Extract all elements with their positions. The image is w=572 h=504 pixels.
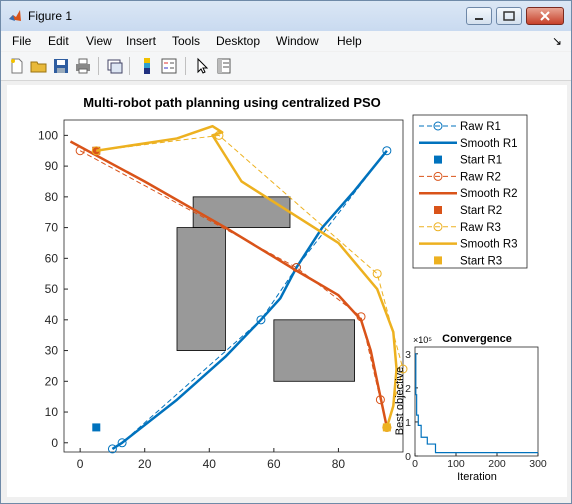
conv-exponent-label: ×10⁵ [413, 335, 432, 345]
y-tick-label: 50 [45, 282, 59, 296]
legend-marker-sample [434, 256, 442, 265]
legend-label: Start R1 [460, 155, 502, 167]
plots-svg: Multi-robot path planning using centrali… [38, 95, 547, 483]
menu-window[interactable]: Window [276, 34, 319, 48]
conv-xlabel: Iteration [457, 471, 497, 483]
obstacle-3 [273, 319, 355, 382]
maximize-icon [503, 11, 515, 21]
menu-view[interactable]: View [86, 34, 112, 48]
legend-label: Raw R1 [460, 121, 501, 133]
close-icon [540, 11, 550, 21]
colorbar-icon[interactable] [138, 57, 156, 75]
conv-x-tick-label: 300 [529, 458, 547, 470]
path-planning-axes[interactable]: Multi-robot path planning using centrali… [38, 95, 408, 471]
x-tick-label: 80 [332, 457, 346, 471]
y-tick-label: 20 [45, 374, 59, 388]
y-tick-label: 100 [38, 128, 58, 142]
series-start-r1-marker [92, 423, 101, 432]
legend-label: Start R2 [460, 205, 502, 217]
save-icon[interactable] [52, 57, 70, 75]
chart-title: Multi-robot path planning using centrali… [83, 95, 381, 110]
y-tick-label: 90 [45, 159, 59, 173]
legend-marker-sample [434, 155, 442, 164]
title-bar[interactable]: Figure 1 [1, 1, 571, 31]
legend-label: Smooth R3 [460, 239, 518, 251]
legend-label: Raw R3 [460, 222, 501, 234]
legend-label: Raw R2 [460, 171, 501, 183]
matlab-logo-icon [9, 10, 21, 21]
minimize-button[interactable] [466, 7, 492, 25]
open-file-icon[interactable] [30, 57, 48, 75]
legend-label: Smooth R1 [460, 138, 518, 150]
x-tick-label: 60 [267, 457, 281, 471]
menu-bar: File Edit View Insert Tools Desktop Wind… [1, 31, 571, 51]
conv-plot-area [414, 346, 539, 457]
y-tick-label: 80 [45, 190, 59, 204]
pointer-icon[interactable] [193, 57, 211, 75]
toolbar [1, 52, 571, 81]
conv-x-tick-label: 200 [488, 458, 506, 470]
obstacle-1 [192, 196, 291, 228]
link-plot-icon[interactable] [106, 57, 124, 75]
y-tick-label: 10 [45, 405, 59, 419]
toolbar-separator [98, 57, 99, 75]
new-figure-icon[interactable] [8, 57, 26, 75]
obstacle-2 [176, 227, 226, 351]
convergence-axes[interactable]: Convergence ×10⁵ Iteration Best objectiv… [394, 333, 547, 483]
y-tick-label: 0 [51, 436, 58, 450]
print-icon[interactable] [74, 57, 92, 75]
toolbar-separator [129, 57, 130, 75]
conv-y-tick-label: 1 [405, 417, 411, 429]
menu-tools[interactable]: Tools [172, 34, 200, 48]
x-tick-label: 20 [138, 457, 152, 471]
y-tick-label: 60 [45, 251, 59, 265]
y-tick-label: 30 [45, 344, 59, 358]
window-title: Figure 1 [28, 9, 73, 23]
legend-label: Smooth R2 [460, 188, 518, 200]
menu-help[interactable]: Help [337, 34, 362, 48]
conv-x-tick-label: 100 [447, 458, 465, 470]
close-button[interactable] [526, 7, 564, 25]
legend-marker-sample [434, 206, 442, 214]
minimize-icon [475, 18, 483, 20]
x-tick-label: 40 [203, 457, 217, 471]
property-inspector-icon[interactable] [215, 57, 233, 75]
menu-insert[interactable]: Insert [126, 34, 156, 48]
menu-edit[interactable]: Edit [48, 34, 69, 48]
conv-y-tick-label: 3 [405, 349, 411, 361]
figure-canvas: Multi-robot path planning using centrali… [7, 85, 567, 497]
y-tick-label: 70 [45, 221, 59, 235]
maximize-button[interactable] [496, 7, 522, 25]
legend-label: Start R3 [460, 255, 502, 267]
conv-y-tick-label: 0 [405, 451, 411, 463]
figure-window: Figure 1 File Edit View Insert Tools Des… [0, 0, 572, 504]
menu-desktop[interactable]: Desktop [216, 34, 260, 48]
menu-file[interactable]: File [12, 34, 31, 48]
conv-x-tick-label: 0 [412, 458, 418, 470]
conv-y-tick-label: 2 [405, 383, 411, 395]
dock-arrow-icon[interactable]: ↘ [552, 34, 562, 48]
y-tick-label: 40 [45, 313, 59, 327]
legend-icon[interactable] [160, 57, 178, 75]
x-tick-label: 0 [77, 457, 84, 471]
conv-title: Convergence [442, 333, 512, 345]
toolbar-separator [185, 57, 186, 75]
series-start-r3-marker [382, 423, 391, 432]
legend[interactable]: Raw R1 Smooth R1 Start R1 Raw R2 Smooth R2 St… [412, 114, 528, 269]
